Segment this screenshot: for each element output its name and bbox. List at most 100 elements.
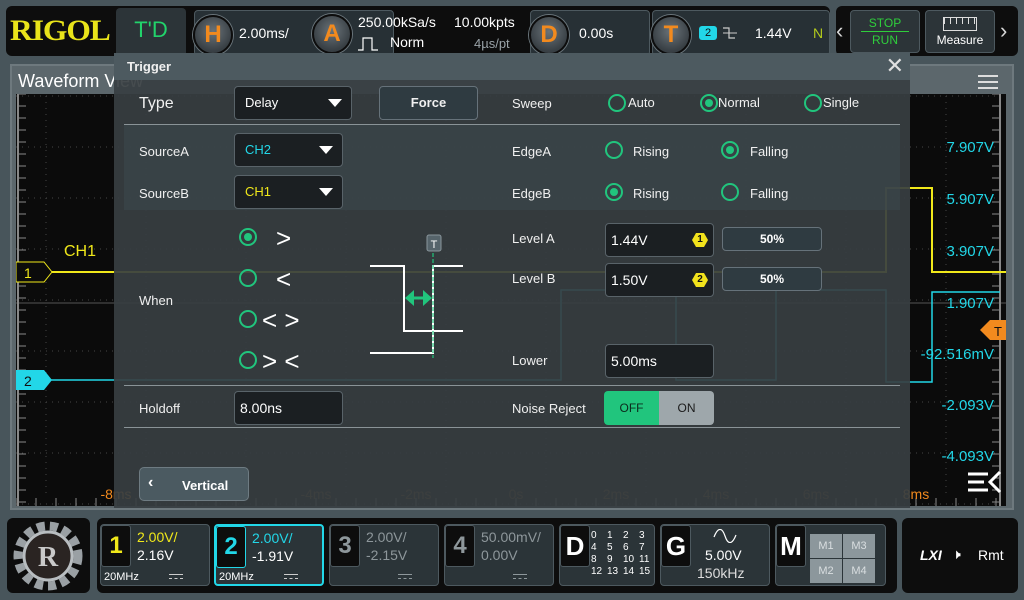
digital-bit: 4 <box>591 542 597 553</box>
generator-amplitude: 5.00V <box>705 547 742 563</box>
level-a-field[interactable]: 1.44V 1 <box>605 223 714 257</box>
digital-bit: 3 <box>639 530 645 541</box>
generator-label: G <box>661 525 691 567</box>
channel-3-number: 3 <box>330 525 360 567</box>
status-box[interactable]: LXI 🕨︎ Rmt <box>902 518 1018 593</box>
type-value: Delay <box>245 95 279 110</box>
math-m4-button[interactable]: M4 <box>843 559 875 583</box>
nav-right-icon[interactable]: › <box>1000 18 1007 44</box>
holdoff-field[interactable]: 8.00ns <box>234 391 343 425</box>
level-a-value: 1.44V <box>611 232 648 248</box>
level-b-field[interactable]: 1.50V 2 <box>605 263 714 297</box>
math-box[interactable]: M M1 M3 M2 M4 <box>775 524 886 586</box>
channel-1-bw: 20MHz <box>104 571 139 583</box>
when-less-symbol: < <box>276 264 292 294</box>
chevron-left-icon: ‹ <box>148 474 154 491</box>
edge-a-falling-label: Falling <box>750 144 789 159</box>
sweep-normal-label: Normal <box>718 95 760 110</box>
source-b-label: SourceB <box>139 186 189 201</box>
type-select[interactable]: Delay <box>234 86 352 120</box>
math-m1-button[interactable]: M1 <box>810 534 842 558</box>
digital-bit: 8 <box>591 554 597 565</box>
source-a-select[interactable]: CH2 <box>234 133 343 167</box>
sweep-single-radio[interactable] <box>804 94 822 112</box>
run-control-group: ‹ STOP RUN Measure › <box>836 6 1018 56</box>
stop-run-button[interactable]: STOP RUN <box>850 10 920 53</box>
volt-tick-label: 5.907V <box>946 191 994 208</box>
ch1-marker <box>16 261 53 283</box>
sweep-auto-radio[interactable] <box>608 94 626 112</box>
source-b-select[interactable]: CH1 <box>234 175 343 209</box>
trigger-panel[interactable]: T 2 1.44V N <box>651 10 830 56</box>
edge-b-rising-radio[interactable] <box>605 183 623 201</box>
volt-tick-label: 7.907V <box>946 139 994 156</box>
dialog-title: Trigger <box>127 59 172 74</box>
source-a-label: SourceA <box>139 144 189 159</box>
when-greater-radio[interactable] <box>239 228 257 246</box>
top-bar: RIGOL T'D H 2.00ms/ A 250.00kSa/s 10.00k… <box>6 6 830 56</box>
channel-4-box[interactable]: 4 50.00mV/ 0.00V <box>444 524 554 586</box>
channel-2-box[interactable]: 2 2.00V/ -1.91V 20MHz <box>214 524 324 586</box>
digital-bit: 12 <box>591 566 603 577</box>
edge-b-falling-radio[interactable] <box>721 183 739 201</box>
channel-2-number: 2 <box>216 526 246 568</box>
sample-rate: 250.00kSa/s <box>358 14 436 30</box>
speaker-muted-icon: 🕨︎ <box>952 546 961 562</box>
channel-4-number: 4 <box>445 525 475 567</box>
generator-frequency: 150kHz <box>697 565 745 581</box>
rigol-logo: RIGOL <box>10 14 111 47</box>
ch2-marker <box>16 370 52 390</box>
acquire-badge: A <box>312 14 352 54</box>
when-label: When <box>139 293 173 308</box>
stop-label: STOP <box>868 16 902 30</box>
remote-status: Rmt <box>978 547 1004 563</box>
volt-tick-label: 1.907V <box>946 295 994 312</box>
digital-label: D <box>560 525 590 567</box>
dc-coupling-icon <box>284 574 298 579</box>
menu-icon[interactable] <box>978 75 998 89</box>
trigger-level: 1.44V <box>755 25 792 41</box>
channel-3-box[interactable]: 3 2.00V/ -2.15V <box>329 524 439 586</box>
vertical-button[interactable]: ‹ Vertical <box>139 467 249 501</box>
trigger-badge: T <box>651 15 691 55</box>
home-button[interactable]: R <box>7 518 90 593</box>
digital-bits: 0 1 2 3 4 5 6 7 8 9 10 11 12 13 14 15 <box>591 530 655 578</box>
level-a-50pct-button[interactable]: 50% <box>722 227 822 251</box>
when-outside-radio[interactable] <box>239 351 257 369</box>
digital-bit: 10 <box>623 554 635 565</box>
digital-box[interactable]: D 0 1 2 3 4 5 6 7 8 9 10 11 12 13 14 15 <box>559 524 655 586</box>
measure-button[interactable]: Measure <box>925 10 995 53</box>
dc-coupling-icon <box>513 574 527 579</box>
dc-coupling-icon <box>169 574 183 579</box>
sweep-normal-radio[interactable] <box>700 94 718 112</box>
math-m2-button[interactable]: M2 <box>810 559 842 583</box>
noise-reject-on[interactable]: ON <box>659 391 714 425</box>
channel-1-box[interactable]: 1 2.00V/ 2.16V 20MHz <box>100 524 210 586</box>
digital-bit: 13 <box>607 566 619 577</box>
svg-text:R: R <box>38 542 59 573</box>
edge-a-rising-radio[interactable] <box>605 141 623 159</box>
nav-left-icon[interactable]: ‹ <box>836 18 843 44</box>
force-button[interactable]: Force <box>379 86 478 120</box>
noise-reject-toggle[interactable]: OFF ON <box>604 391 714 425</box>
close-icon[interactable]: ✕ <box>886 55 904 77</box>
channel-1-number: 1 <box>101 525 131 567</box>
level-b-label: Level B <box>512 271 556 286</box>
chevron-down-icon <box>319 146 333 154</box>
level-b-50pct-button[interactable]: 50% <box>722 267 822 291</box>
math-m3-button[interactable]: M3 <box>843 534 875 558</box>
when-less-radio[interactable] <box>239 269 257 287</box>
when-inside-radio[interactable] <box>239 310 257 328</box>
generator-box[interactable]: G 5.00V 150kHz <box>660 524 770 586</box>
ch1-label: CH1 <box>64 243 96 260</box>
lower-field[interactable]: 5.00ms <box>605 344 714 378</box>
digital-bit: 11 <box>639 554 650 565</box>
delay-panel[interactable]: D 0.00s <box>529 10 650 56</box>
acquire-panel[interactable]: A 250.00kSa/s 10.00kpts Norm 4µs/pt <box>312 10 526 56</box>
trigger-source-badge: 2 <box>699 26 717 40</box>
edge-a-falling-radio[interactable] <box>721 141 739 159</box>
noise-reject-off[interactable]: OFF <box>604 391 659 425</box>
pulse-icon <box>358 37 378 51</box>
channel-4-offset: 0.00V <box>481 547 518 563</box>
mode-tab[interactable]: T'D <box>116 8 186 56</box>
